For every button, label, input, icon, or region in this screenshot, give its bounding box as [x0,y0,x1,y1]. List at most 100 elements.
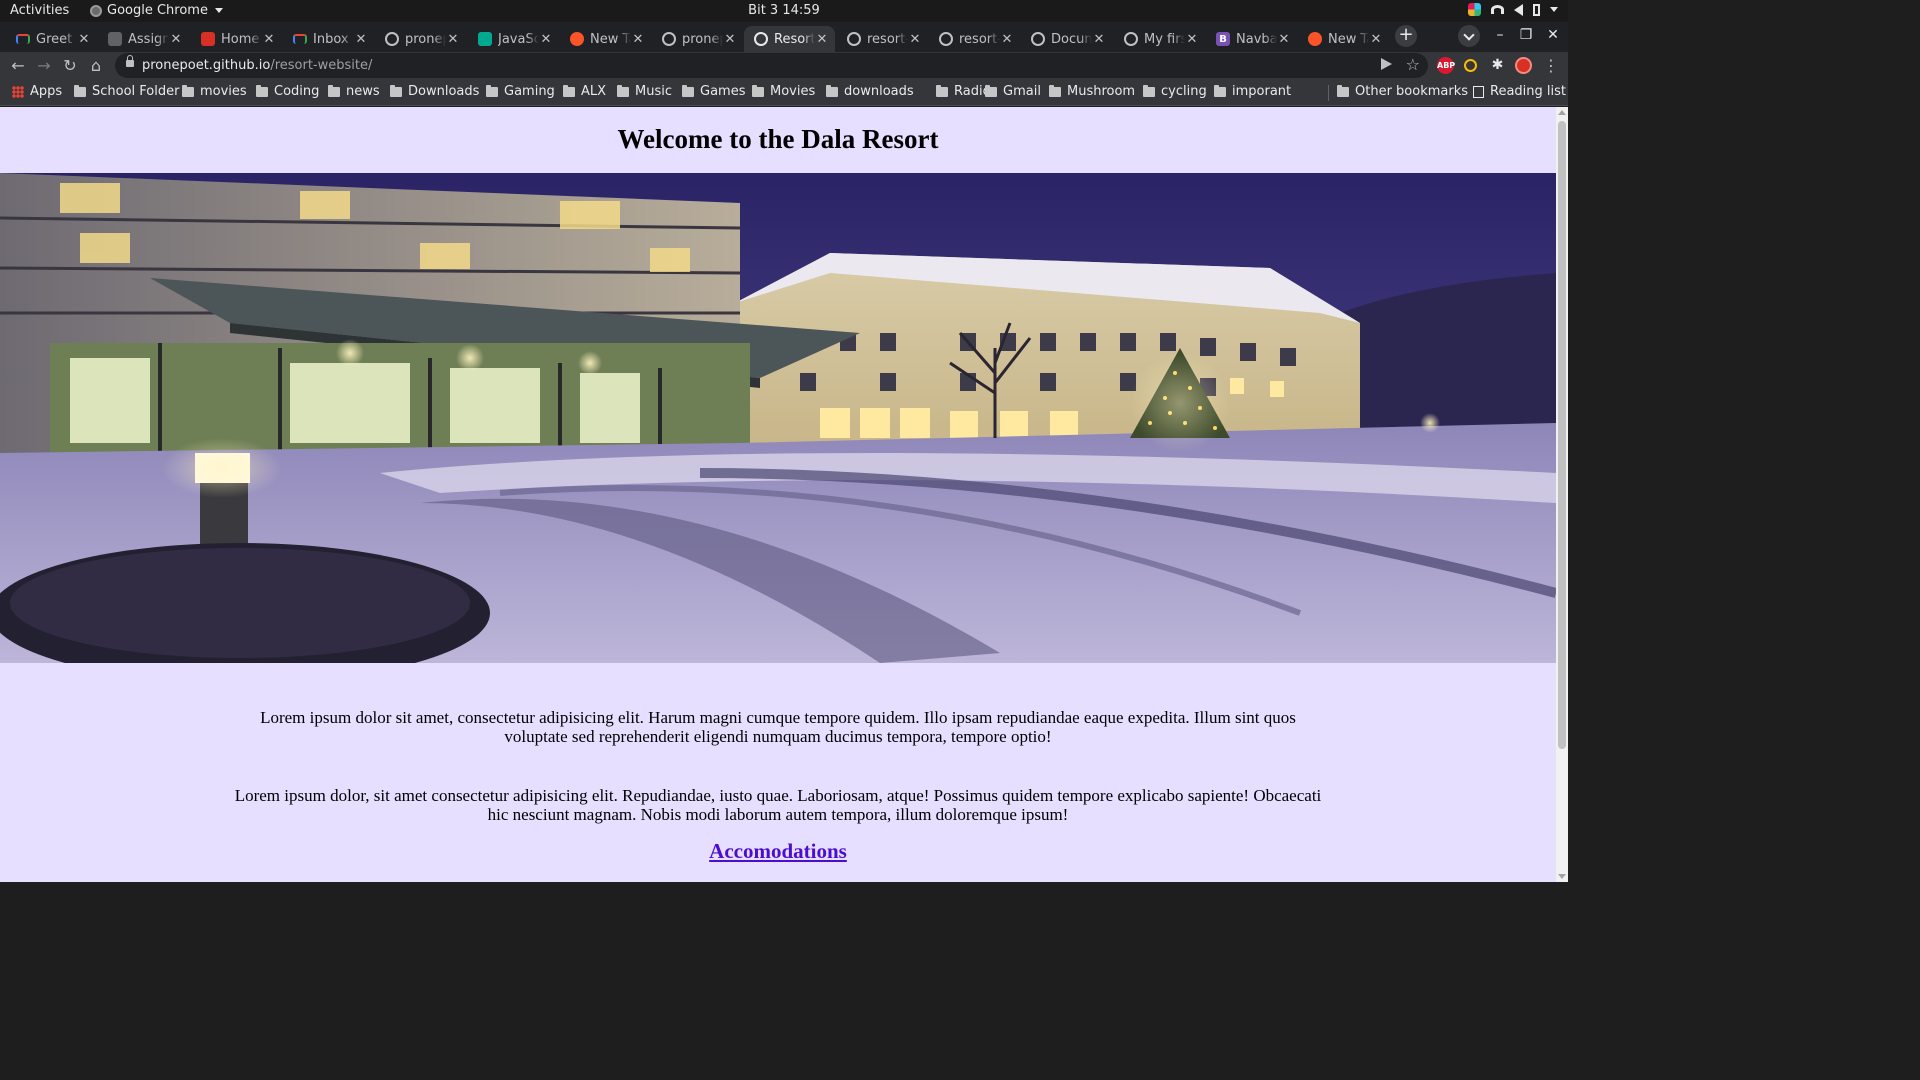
bookmark-folder[interactable]: cycling [1143,84,1207,99]
page-icon [108,32,122,46]
close-tab-icon[interactable]: ✕ [262,32,276,47]
tab-11[interactable]: resort- ✕ [929,26,1020,52]
tab-8[interactable]: pronep✕ [652,26,743,52]
tab-6[interactable]: JavaSc ✕ [468,26,559,52]
folder-icon [563,84,575,97]
puzzle-icon[interactable]: ✱ [1489,57,1506,74]
reload-button[interactable]: ↻ [60,56,80,76]
tab-3[interactable]: Home |✕ [191,26,282,52]
close-tab-icon[interactable]: ✕ [908,32,922,47]
minimize-button[interactable]: – [1492,27,1508,43]
tab-14[interactable]: B Navba ✕ [1206,26,1297,52]
forward-button[interactable]: → [34,56,54,76]
bookmark-apps[interactable]: Apps [12,84,62,99]
page-scrollbar[interactable] [1556,107,1568,882]
folder-icon [1337,84,1349,97]
scroll-down-icon[interactable] [1558,874,1566,879]
bookmark-folder[interactable]: news [328,84,380,99]
close-tab-icon[interactable]: ✕ [539,32,553,47]
bookmark-folder[interactable]: Coding [256,84,319,99]
adblock-icon[interactable]: ABP [1437,57,1455,74]
new-tab-button[interactable]: + [1395,25,1417,47]
reading-list-button[interactable]: Reading list [1473,84,1566,99]
lock-icon[interactable] [126,55,134,67]
back-button[interactable]: ← [8,56,28,76]
bookmark-star-icon[interactable]: ☆ [1406,55,1420,74]
system-tray[interactable] [1468,3,1558,16]
bookmark-folder[interactable]: Radio [936,84,991,99]
globe-icon [1031,32,1045,46]
tab-12[interactable]: Docun ✕ [1021,26,1112,52]
reading-list-icon [1473,85,1484,98]
close-tab-icon[interactable]: ✕ [1092,32,1106,47]
clock[interactable]: Bit 3 14:59 [748,3,820,18]
bookmark-folder[interactable]: ALX [563,84,606,99]
close-tab-icon[interactable]: ✕ [446,32,460,47]
system-menu-caret-icon[interactable] [1550,7,1558,12]
bookmark-folder[interactable]: downloads [826,84,914,99]
bookmark-folder[interactable]: Movies [752,84,815,99]
url-text[interactable]: pronepoet.github.io/resort-website/ [142,58,372,73]
close-tab-icon[interactable]: ✕ [1369,32,1383,47]
tab-title: Resort [774,31,815,47]
tab-2[interactable]: Assign ✕ [98,26,189,52]
tab-9[interactable]: Resort ✕ [744,26,835,52]
tab-search-button[interactable] [1458,25,1480,47]
close-tab-icon[interactable]: ✕ [1000,32,1014,47]
home-button[interactable]: ⌂ [86,56,106,76]
close-tab-icon[interactable]: ✕ [169,32,183,47]
tab-13[interactable]: My firs ✕ [1114,26,1205,52]
folder-icon [826,84,838,97]
accomodations-link[interactable]: Accomodations [709,839,847,863]
bookmark-folder[interactable]: Music [617,84,672,99]
scroll-up-icon[interactable] [1558,110,1566,115]
caret-down-icon [214,8,223,13]
bookmark-folder[interactable]: School Folder [74,84,179,99]
close-tab-icon[interactable]: ✕ [1277,32,1291,47]
tab-4[interactable]: Inbox (✕ [283,26,374,52]
tab-title: Assign [128,31,169,47]
bookmark-folder[interactable]: Mushroom [1049,84,1135,99]
menu-kebab-icon[interactable]: ⋮ [1541,56,1561,76]
tab-15[interactable]: New Ta✕ [1298,26,1389,52]
scrollbar-thumb[interactable] [1558,121,1566,749]
close-tab-icon[interactable]: ✕ [723,32,737,47]
address-bar[interactable]: pronepoet.github.io/resort-website/ ☆ [115,53,1428,78]
close-tab-icon[interactable]: ✕ [354,32,368,47]
slack-icon[interactable] [1468,3,1481,16]
bookmark-folder[interactable]: movies [182,84,247,99]
bookmark-folder[interactable]: imporant [1214,84,1291,99]
bookmark-folder[interactable]: Gmail [985,84,1041,99]
intro-paragraph-2: Lorem ipsum dolor, sit amet consectetur … [234,786,1322,824]
close-tab-icon[interactable]: ✕ [77,32,91,47]
tab-5[interactable]: pronep✕ [375,26,466,52]
close-window-button[interactable]: ✕ [1545,27,1561,43]
activities-button[interactable]: Activities [10,3,69,18]
folder-icon [390,84,402,97]
folder-icon [328,84,340,97]
avatar[interactable] [1515,57,1532,74]
bootstrap-icon: B [1216,32,1230,46]
extension-icon[interactable] [1464,59,1477,72]
tab-1[interactable]: Greet y✕ [6,26,97,52]
tab-10[interactable]: resort- ✕ [837,26,928,52]
bookmark-folder[interactable]: Downloads [390,84,479,99]
page-viewport[interactable]: Welcome to the Dala Resort Lorem ipsum d… [0,107,1556,882]
bookmark-folder[interactable]: Gaming [486,84,555,99]
bookmark-other[interactable]: Other bookmarks [1337,84,1468,99]
bookmark-folder[interactable]: Games [682,84,745,99]
app-menu[interactable]: Google Chrome [90,3,223,18]
folder-icon [617,84,629,97]
close-tab-icon[interactable]: ✕ [1185,32,1199,47]
tab-7[interactable]: New Ta✕ [560,26,651,52]
close-tab-icon[interactable]: ✕ [631,32,645,47]
tab-title: pronep [405,31,446,47]
tab-title: New Ta [590,31,631,47]
send-tab-icon[interactable] [1381,58,1392,70]
folder-icon [682,84,694,97]
restore-button[interactable]: ❐ [1518,27,1534,43]
close-tab-icon[interactable]: ✕ [815,32,829,47]
gmail-icon [293,34,307,44]
wifi-icon [1491,5,1504,14]
square-icon [201,32,215,46]
